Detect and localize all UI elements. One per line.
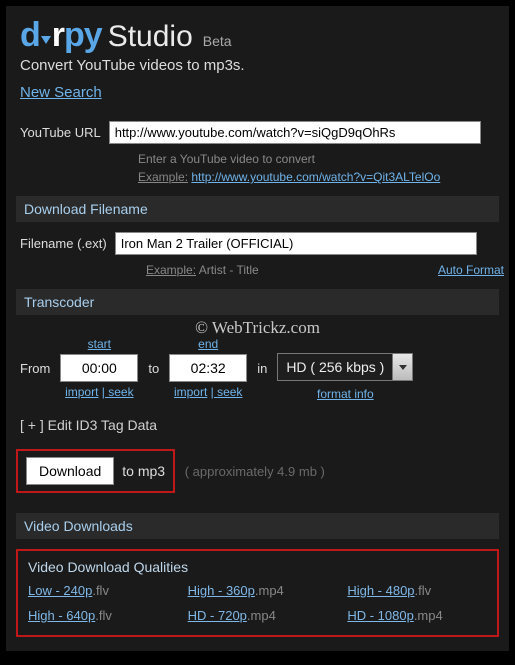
beta-text: Beta	[203, 33, 232, 49]
quality-item-720p[interactable]: HD - 720p.mp4	[188, 608, 328, 623]
from-label: From	[20, 361, 50, 376]
start-label[interactable]: start	[88, 337, 111, 351]
start-seek-link[interactable]: seek	[108, 385, 133, 399]
format-info-link[interactable]: format info	[317, 387, 374, 401]
approx-size: ( approximately 4.9 mb )	[185, 464, 325, 479]
filename-example-text: Artist - Title	[199, 263, 259, 277]
video-downloads-section-header: Video Downloads	[16, 513, 499, 539]
video-downloads-box: Video Download Qualities Low - 240p.flv …	[16, 549, 499, 637]
quality-item-640p[interactable]: High - 640p.flv	[28, 608, 168, 623]
filename-input[interactable]	[115, 232, 477, 255]
quality-column: . HD ( 256 kbps ) format info	[277, 335, 413, 401]
quality-item-1080p[interactable]: HD - 1080p.mp4	[347, 608, 487, 623]
to-label: to	[148, 361, 159, 376]
filename-label: Filename (.ext)	[20, 236, 107, 251]
subtitle: Convert YouTube videos to mp3s.	[20, 57, 495, 74]
start-import-link[interactable]: import	[65, 385, 98, 399]
quality-value: HD ( 256 kbps )	[278, 354, 392, 380]
new-search-link[interactable]: New Search	[20, 84, 102, 101]
start-column: start import | seek	[60, 337, 138, 399]
auto-format-link[interactable]: Auto Format	[438, 261, 504, 279]
transcoder-row: From start import | seek to end import |…	[20, 335, 495, 401]
url-hint: Enter a YouTube video to convert Example…	[138, 150, 495, 186]
video-downloads-grid: Low - 240p.flv High - 360p.mp4 High - 48…	[28, 583, 487, 623]
transcoder-section-header: Transcoder	[16, 289, 499, 315]
filename-hint: Example: Artist - Title Auto Format	[146, 261, 504, 279]
plus-icon: [ + ]	[20, 417, 44, 433]
filename-row: Filename (.ext)	[20, 232, 495, 255]
end-column: end import | seek	[169, 337, 247, 399]
end-seek-link[interactable]: seek	[217, 385, 242, 399]
url-hint-text: Enter a YouTube video to convert	[138, 152, 315, 166]
url-label: YouTube URL	[20, 125, 101, 140]
url-example-link[interactable]: http://www.youtube.com/watch?v=Qit3ALTel…	[191, 170, 440, 184]
filename-section-header: Download Filename	[16, 196, 499, 222]
quality-item-480p[interactable]: High - 480p.flv	[347, 583, 487, 598]
end-label[interactable]: end	[198, 337, 218, 351]
start-time-input[interactable]	[60, 354, 138, 382]
id3-label: Edit ID3 Tag Data	[48, 417, 157, 433]
url-row: YouTube URL	[20, 121, 495, 144]
end-time-input[interactable]	[169, 354, 247, 382]
download-row: Download to mp3	[16, 449, 175, 493]
quality-item-240p[interactable]: Low - 240p.flv	[28, 583, 168, 598]
quality-select[interactable]: HD ( 256 kbps )	[277, 353, 413, 381]
studio-text: Studio	[108, 20, 193, 54]
end-import-link[interactable]: import	[174, 385, 207, 399]
in-label: in	[257, 361, 267, 376]
to-mp3-label: to mp3	[122, 463, 165, 479]
youtube-url-input[interactable]	[109, 121, 481, 144]
dirpy-logo: drpy	[20, 16, 102, 55]
brand-row: drpy Studio Beta	[20, 16, 495, 55]
arrow-down-icon	[41, 36, 51, 44]
id3-toggle[interactable]: [ + ] Edit ID3 Tag Data	[20, 417, 495, 433]
url-example-label: Example:	[138, 170, 188, 184]
download-button[interactable]: Download	[26, 457, 114, 485]
chevron-down-icon[interactable]	[392, 354, 412, 380]
quality-item-360p[interactable]: High - 360p.mp4	[188, 583, 328, 598]
filename-example-label: Example:	[146, 263, 196, 277]
video-downloads-subtitle: Video Download Qualities	[28, 559, 487, 575]
main-panel: drpy Studio Beta Convert YouTube videos …	[6, 6, 509, 651]
